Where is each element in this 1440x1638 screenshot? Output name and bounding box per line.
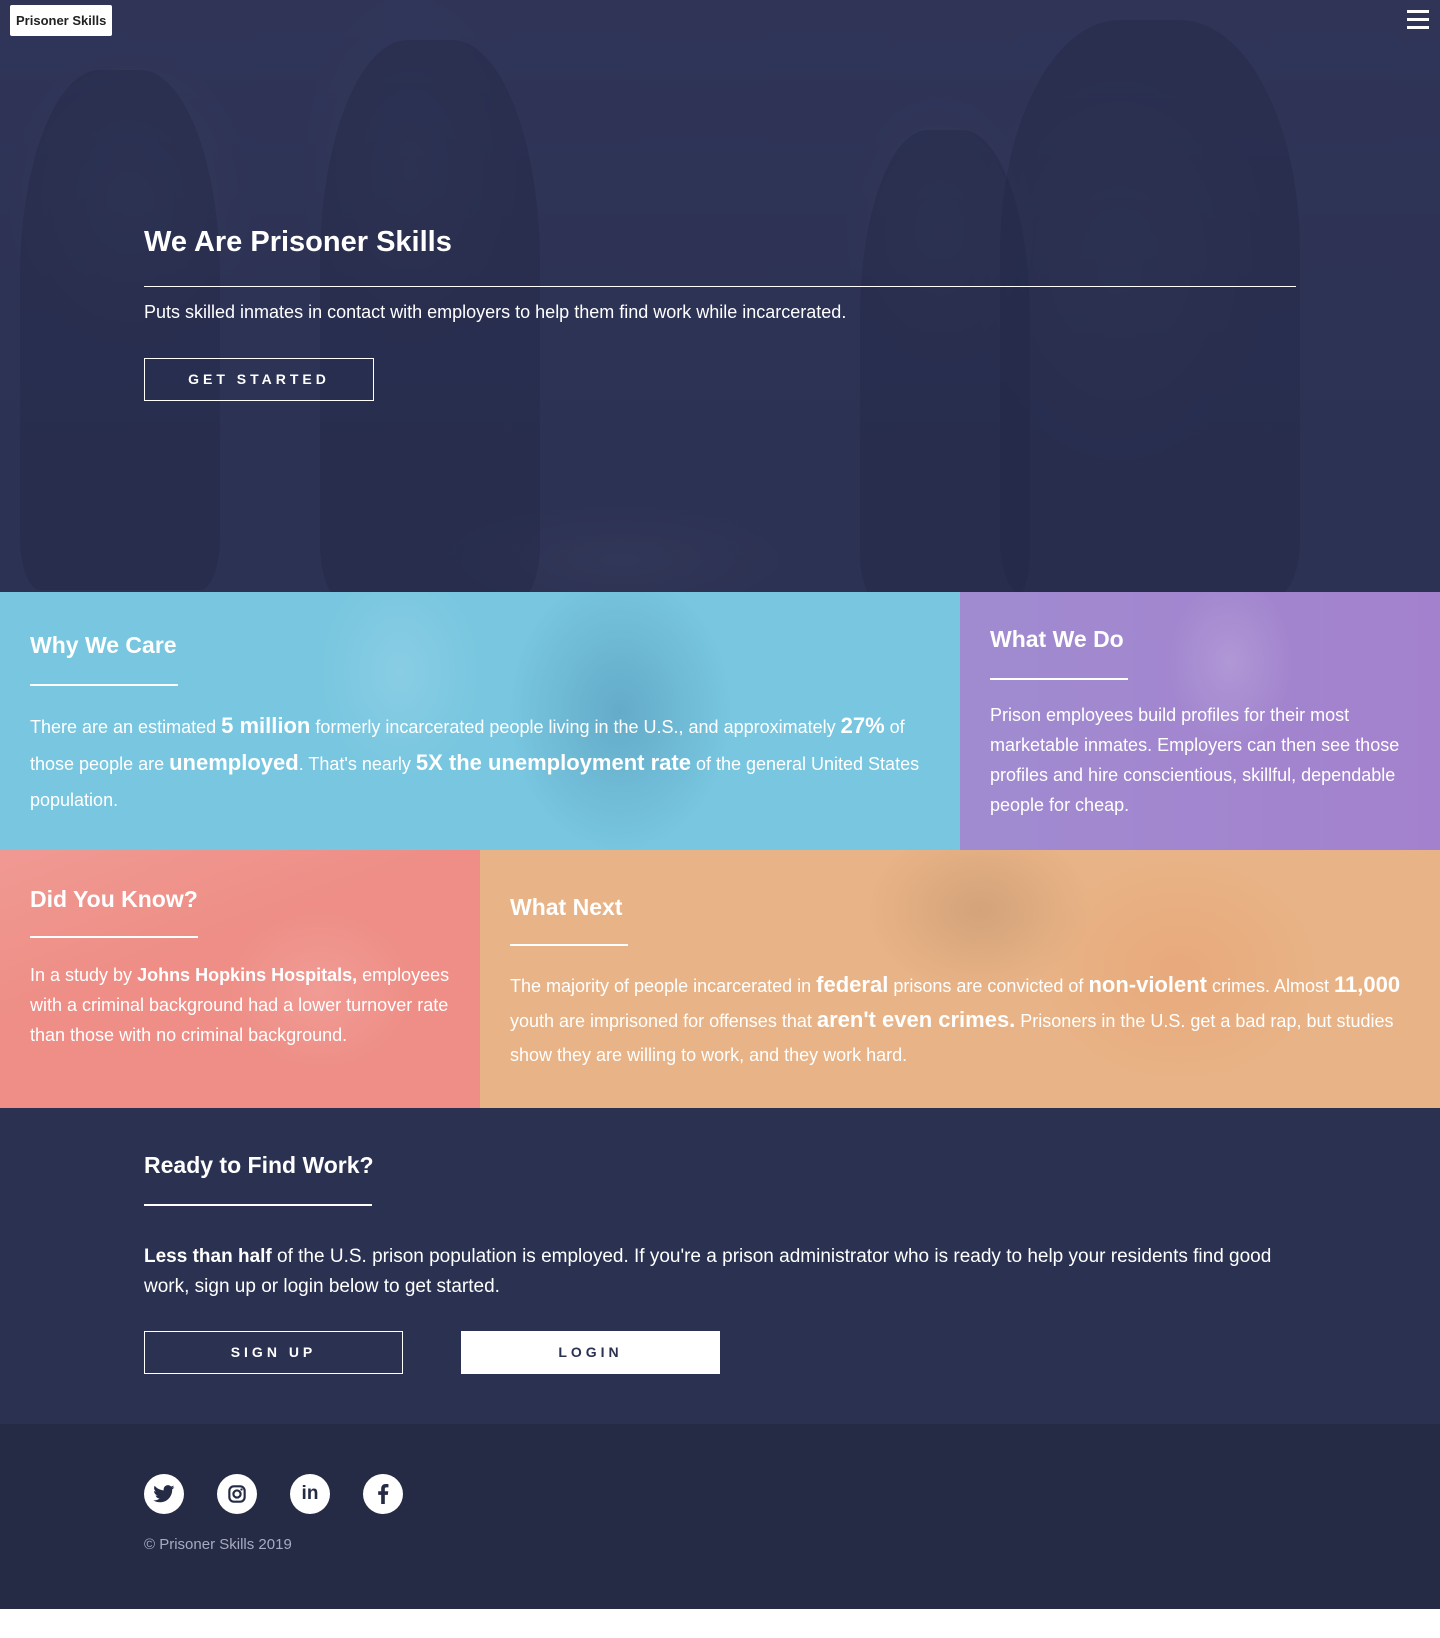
twitter-icon[interactable]	[144, 1474, 184, 1514]
bold-highlight: 27%	[840, 713, 885, 738]
hero-divider	[144, 286, 1296, 287]
bold-highlight: unemployed	[169, 750, 299, 775]
tile-text: In a study by Johns Hopkins Hospitals, e…	[30, 960, 450, 1050]
bold-highlight: Less than half	[144, 1246, 272, 1267]
tile-divider	[510, 944, 628, 946]
bold-highlight: 5X the unemployment rate	[415, 750, 691, 775]
sign-up-button[interactable]: SIGN UP	[144, 1331, 403, 1374]
brand-logo[interactable]: Prisoner Skills	[10, 5, 113, 36]
tile-divider	[990, 678, 1128, 680]
tile-text: The majority of people incarcerated in f…	[510, 968, 1410, 1072]
text-segment: of the U.S. prison population is employe…	[144, 1246, 1272, 1297]
tile-text: There are an estimated 5 million formerl…	[30, 708, 930, 818]
text-segment: The majority of people incarcerated in	[510, 976, 817, 996]
login-button[interactable]: LOGIN	[461, 1331, 720, 1374]
bold-highlight: 11,000	[1334, 972, 1401, 997]
tile-title: Why We Care	[30, 632, 177, 658]
hero-title: We Are Prisoner Skills	[144, 226, 452, 258]
tile-divider	[30, 684, 178, 686]
facebook-icon[interactable]	[363, 1474, 403, 1514]
text-segment: There are an estimated	[30, 717, 222, 737]
text-segment: prisons are convicted of	[888, 976, 1089, 996]
bold-highlight: Johns Hopkins Hospitals,	[137, 965, 358, 985]
hamburger-menu-icon[interactable]	[1407, 10, 1429, 30]
get-started-button[interactable]: GET STARTED	[144, 358, 374, 401]
text-segment: youth are imprisoned for offenses that	[510, 1011, 817, 1031]
why-we-care-tile: Why We Care There are an estimated 5 mil…	[0, 592, 960, 850]
tile-title: What Next	[510, 894, 623, 920]
text-segment: crimes. Almost	[1206, 976, 1335, 996]
text-segment: . That's nearly	[298, 754, 416, 774]
hero-section: Prisoner Skills We Are Prisoner Skills P…	[0, 0, 1440, 592]
linkedin-icon[interactable]: in	[290, 1474, 330, 1514]
hero-subtitle: Puts skilled inmates in contact with emp…	[144, 302, 847, 322]
tile-divider	[30, 936, 198, 938]
ready-divider	[144, 1204, 372, 1206]
what-next-tile: What Next The majority of people incarce…	[480, 850, 1440, 1108]
tile-title: Did You Know?	[30, 886, 198, 912]
copyright-text: © Prisoner Skills 2019	[144, 1536, 292, 1553]
tile-text: Prison employees build profiles for thei…	[990, 705, 1400, 815]
ready-section: Ready to Find Work? Less than half of th…	[0, 1108, 1440, 1424]
hero-overlay	[0, 0, 1440, 592]
bold-highlight: non-violent	[1088, 972, 1207, 997]
bold-highlight: federal	[816, 972, 889, 997]
text-segment: formerly incarcerated people living in t…	[310, 717, 841, 737]
bold-highlight: aren't even crimes.	[816, 1007, 1016, 1032]
instagram-icon[interactable]	[217, 1474, 257, 1514]
footer: in © Prisoner Skills 2019	[0, 1424, 1440, 1609]
did-you-know-tile: Did You Know? In a study by Johns Hopkin…	[0, 850, 480, 1108]
ready-title: Ready to Find Work?	[144, 1152, 374, 1178]
tile-title: What We Do	[990, 626, 1124, 652]
page: Prisoner Skills We Are Prisoner Skills P…	[0, 0, 1440, 1638]
ready-text: Less than half of the U.S. prison popula…	[144, 1242, 1284, 1302]
what-we-do-tile: What We Do Prison employees build profil…	[960, 592, 1440, 850]
bold-highlight: 5 million	[221, 713, 311, 738]
text-segment: In a study by	[30, 965, 138, 985]
linkedin-glyph: in	[301, 1483, 319, 1504]
